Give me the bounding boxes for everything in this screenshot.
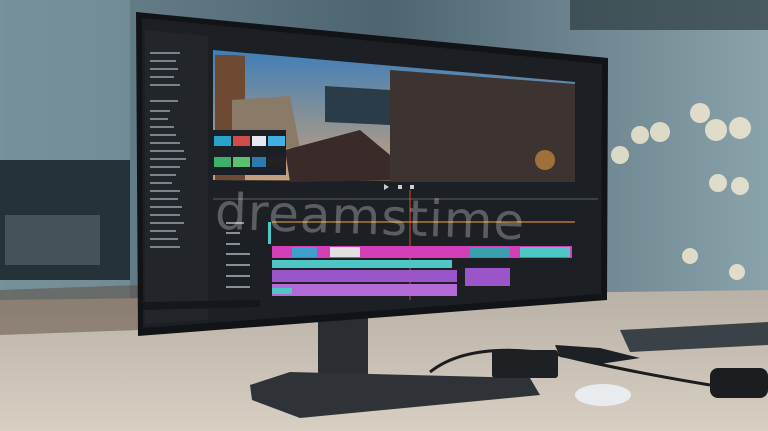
- audio-clip-1[interactable]: [272, 270, 457, 282]
- audio-clip-3[interactable]: [272, 284, 457, 296]
- speaker: [710, 368, 768, 398]
- device-box: [492, 350, 558, 378]
- audio-clip-2[interactable]: [465, 268, 510, 286]
- effects-panel[interactable]: [145, 30, 208, 324]
- watermark: dreamstime: [214, 182, 527, 252]
- mouse: [575, 384, 631, 406]
- video-clip-2[interactable]: [272, 260, 452, 268]
- billboard: [325, 86, 390, 125]
- monitor-stand: [318, 318, 368, 380]
